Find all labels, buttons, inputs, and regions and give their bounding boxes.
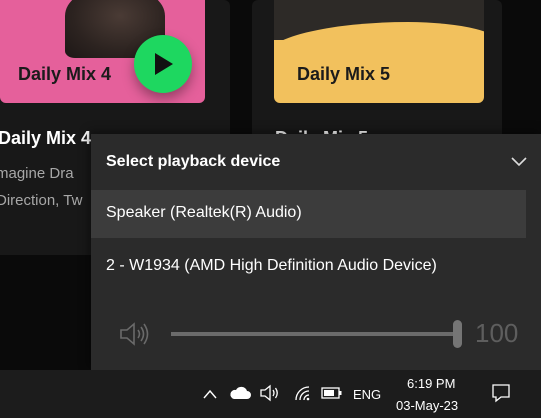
daily-mix-4-cover[interactable]: Daily Mix 4: [0, 0, 205, 103]
battery-icon[interactable]: [321, 387, 343, 399]
flyout-title: Select playback device: [106, 153, 281, 170]
device-option-speaker[interactable]: Speaker (Realtek(R) Audio): [91, 190, 526, 238]
language-indicator[interactable]: ENG: [353, 387, 381, 402]
playback-device-flyout: Select playback device Speaker (Realtek(…: [91, 134, 541, 370]
clock-time[interactable]: 6:19 PM: [407, 376, 455, 391]
cover-label: Daily Mix 5: [297, 64, 391, 84]
play-icon: [155, 53, 173, 75]
volume-slider-track[interactable]: [171, 332, 461, 336]
clock-date[interactable]: 03-May-23: [396, 398, 458, 413]
speaker-icon[interactable]: [259, 384, 281, 402]
chevron-up-icon[interactable]: [202, 388, 218, 400]
daily-mix-4-description: magine Dra: [0, 165, 74, 182]
device-label: 2 - W1934 (AMD High Definition Audio Dev…: [106, 257, 437, 274]
onedrive-cloud-icon[interactable]: [229, 386, 251, 400]
chevron-down-icon[interactable]: [509, 152, 529, 172]
cover-label: Daily Mix 4: [18, 64, 112, 84]
volume-slider-thumb[interactable]: [453, 320, 462, 348]
device-option-w1934[interactable]: 2 - W1934 (AMD High Definition Audio Dev…: [91, 243, 526, 291]
device-label: Speaker (Realtek(R) Audio): [106, 204, 302, 221]
screen: Daily Mix 4 Daily Mix 5 Daily Mix 4 Dail…: [0, 0, 541, 418]
wifi-icon[interactable]: [292, 384, 312, 402]
volume-value: 100: [475, 318, 519, 348]
daily-mix-4-title[interactable]: Daily Mix 4: [0, 128, 91, 149]
notification-icon[interactable]: [491, 383, 511, 403]
speaker-volume-icon[interactable]: [118, 320, 152, 348]
taskbar: ENG 6:19 PM 03-May-23: [0, 370, 541, 418]
play-button[interactable]: [134, 35, 192, 93]
daily-mix-4-description-line2: Direction, Tw: [0, 192, 83, 209]
daily-mix-5-cover[interactable]: Daily Mix 5: [274, 0, 484, 103]
